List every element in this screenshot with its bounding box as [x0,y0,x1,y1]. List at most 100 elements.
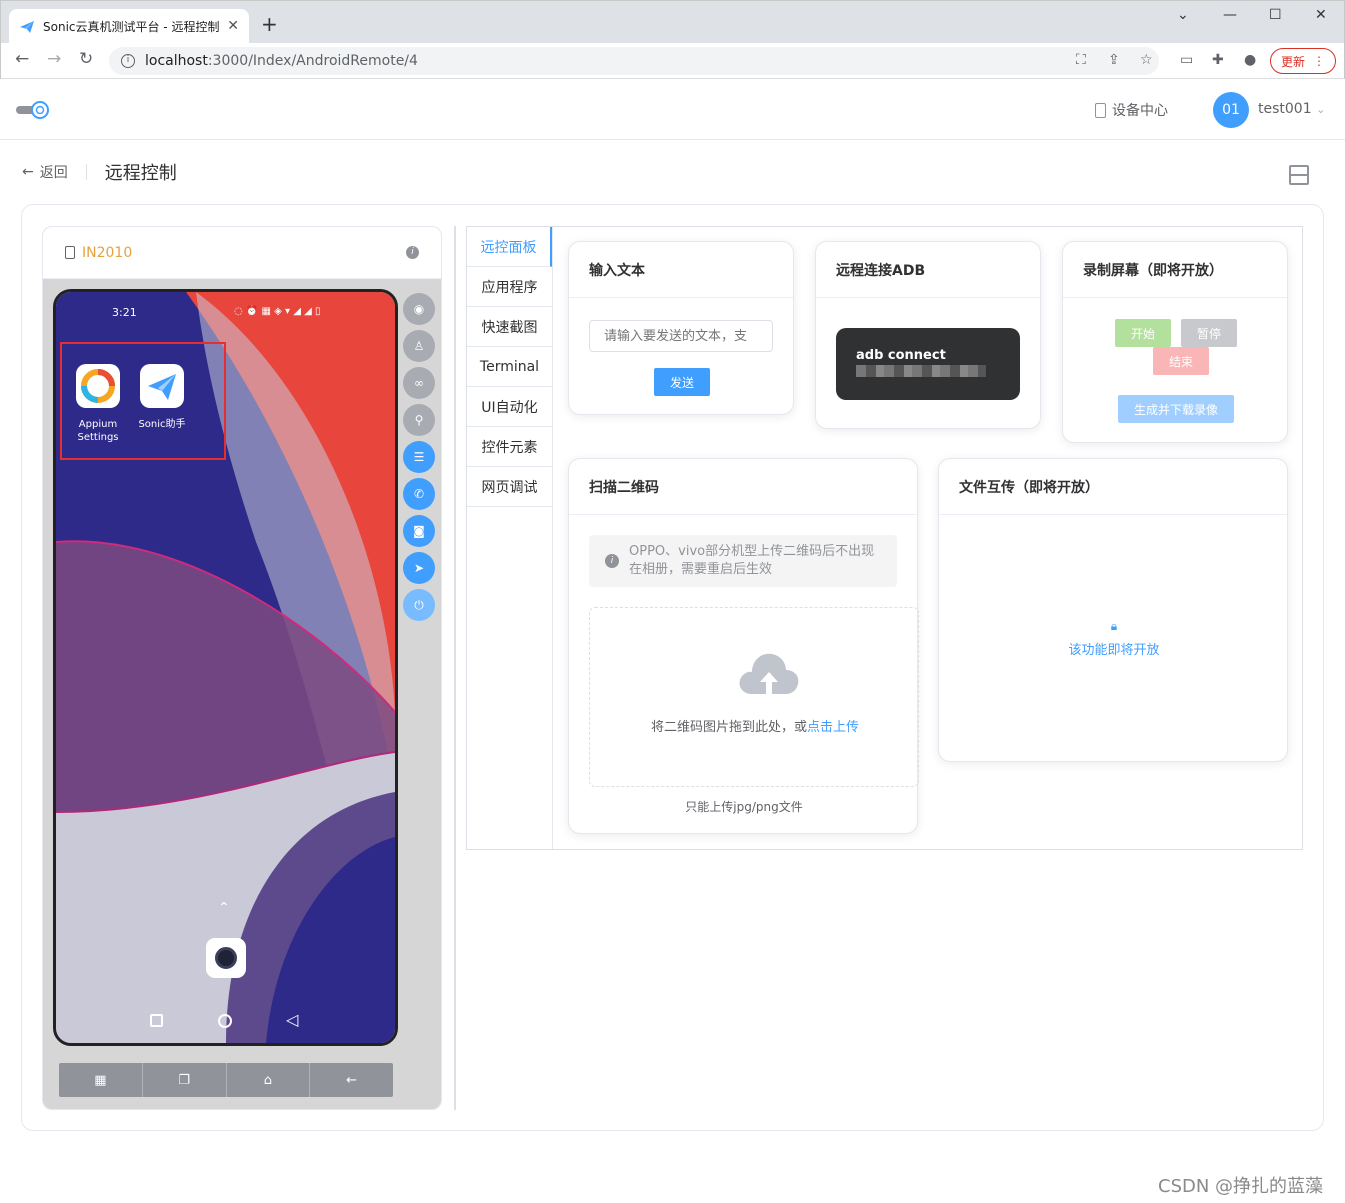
theme-switch-icon[interactable] [16,100,52,120]
browser-tab-strip: Sonic云真机测试平台 - 远程控制 ✕ + ⌄ — ☐ ✕ [0,0,1345,44]
camera-app-icon[interactable] [206,938,246,978]
tab-terminal[interactable]: Terminal [467,347,552,387]
side-tabs: 远控面板 应用程序 快速截图 Terminal UI自动化 控件元素 网页调试 [467,227,553,849]
tab-remote-panel[interactable]: 远控面板 [467,227,552,267]
close-window-button[interactable]: ✕ [1315,7,1327,23]
page-header: ← 返回 远程控制 [22,160,177,184]
device-header: IN2010 i [43,227,441,279]
record-pause-button[interactable]: 暂停 [1181,319,1237,347]
site-info-icon[interactable]: i [121,54,135,68]
adb-command-box[interactable]: adb connect [836,328,1020,400]
home-key-icon[interactable] [218,1014,232,1028]
text-input[interactable] [589,320,773,352]
update-button[interactable]: 更新 ⋮ [1270,48,1336,74]
username-label: test001 [1258,101,1312,117]
update-label: 更新 [1280,54,1305,69]
app-label: Appium Settings [77,419,119,443]
cast-icon[interactable]: ▭ [1180,52,1193,68]
card-title: 录制屏幕（即将开放） [1063,242,1287,298]
appium-app-icon[interactable] [76,364,120,408]
app-label: Sonic助手 [138,419,186,430]
tab-web-debug[interactable]: 网页调试 [467,467,552,507]
chevron-up-icon: ⌃ [218,900,230,916]
tab-apps[interactable]: 应用程序 [467,267,552,307]
reload-icon[interactable]: ↻ [79,49,93,69]
maximize-button[interactable]: ☐ [1269,7,1282,23]
file-transfer-card: 文件互传（即将开放） 🔒︎ 该功能即将开放 [938,458,1288,762]
recent-apps-icon[interactable]: ❐ [143,1063,227,1097]
qrcode-card: 扫描二维码 i OPPO、vivo部分机型上传二维码后不出现在相册，需要重启后生… [568,458,919,834]
new-tab-button[interactable]: + [261,12,278,36]
user-icon[interactable]: ♙ [403,330,435,362]
layout-toggle-icon[interactable] [1289,165,1309,185]
share-icon[interactable]: ⇪ [1108,52,1120,68]
upload-link[interactable]: 点击上传 [807,720,859,735]
notice-alert: i OPPO、vivo部分机型上传二维码后不出现在相册，需要重启后生效 [589,535,897,587]
user-menu[interactable]: test001 ⌄ [1258,101,1325,117]
divider [85,164,87,180]
lock-icon: 🔒︎ [1110,619,1118,633]
send-button[interactable]: 发送 [654,368,710,396]
notice-text: OPPO、vivo部分机型上传二维码后不出现在相册，需要重启后生效 [629,544,875,577]
record-start-button[interactable]: 开始 [1115,319,1171,347]
info-icon: i [605,554,619,568]
chevron-down-icon[interactable]: ⌄ [1177,7,1189,23]
forward-arrow-icon[interactable]: → [47,49,61,69]
home-icon[interactable]: ⌂ [227,1063,311,1097]
upload-tip: 只能上传jpg/png文件 [685,800,803,814]
phone-screen[interactable]: 3:21 ◌ ⏰ ▦ ◈ ▾ ◢ ◢ ▯ Appium Settings Son… [53,289,398,1046]
search-icon[interactable]: ⚲ [403,404,435,436]
upload-cloud-icon [739,653,799,694]
sonic-app-icon[interactable] [140,364,184,408]
close-tab-icon[interactable]: ✕ [227,18,239,34]
tab-screenshot[interactable]: 快速截图 [467,307,552,347]
device-center-link[interactable]: 设备中心 [1095,100,1168,120]
camera-icon[interactable]: ◙ [403,515,435,547]
tab-ui-automation[interactable]: UI自动化 [467,387,552,427]
navigation-keys: ▦ ❐ ⌂ ← [59,1063,393,1097]
browser-toolbar: ← → ↻ i localhost:3000/Index/AndroidRemo… [0,43,1345,79]
control-panel: 远控面板 应用程序 快速截图 Terminal UI自动化 控件元素 网页调试 … [466,226,1303,850]
profile-icon[interactable]: ● [1244,52,1256,68]
back-button[interactable]: ← 返回 [22,162,68,182]
download-recording-button[interactable]: 生成并下载录像 [1118,395,1234,423]
translate-icon[interactable]: ⛶ [1076,52,1086,68]
panel-splitter[interactable] [454,226,456,1110]
card-title: 扫描二维码 [569,459,917,515]
sonic-logo-icon [20,20,34,33]
star-icon[interactable]: ☆ [1140,52,1153,68]
redacted-address [856,365,986,377]
link-icon[interactable]: ∞ [403,367,435,399]
device-screen-area: 3:21 ◌ ⏰ ▦ ◈ ▾ ◢ ◢ ▯ Appium Settings Son… [43,279,441,1109]
card-title: 远程连接ADB [816,242,1040,298]
device-panel: IN2010 i 3:21 ◌ ⏰ ▦ ◈ ▾ ◢ ◢ ▯ Appium Set… [42,226,442,1110]
menu-grid-icon[interactable]: ▦ [59,1063,143,1097]
info-icon[interactable]: i [406,246,419,259]
left-arrow-icon: ← [22,164,34,180]
phone-call-icon[interactable]: ✆ [403,478,435,510]
coming-soon-text: 该功能即将开放 [1068,643,1160,658]
minimize-button[interactable]: — [1223,7,1237,23]
avatar[interactable]: 01 [1213,92,1249,128]
status-icons: ◌ ⏰ ▦ ◈ ▾ ◢ ◢ ▯ [234,306,321,317]
address-bar[interactable]: i localhost:3000/Index/AndroidRemote/4 [109,47,1159,75]
recents-key-icon[interactable] [150,1014,163,1027]
phone-icon [1095,102,1106,118]
upload-dropzone[interactable]: 将二维码图片拖到此处，或点击上传 [589,607,919,787]
phone-icon [65,246,75,259]
url-host: localhost [145,53,208,69]
location-icon[interactable]: ➤ [403,552,435,584]
back-arrow-icon[interactable]: ← [15,49,29,69]
input-text-card: 输入文本 发送 [568,241,794,415]
settings-icon[interactable]: ☰ [403,441,435,473]
back-key-icon[interactable]: ◁ [286,1010,298,1029]
eye-icon[interactable]: ◉ [403,293,435,325]
extensions-icon[interactable]: ✚ [1212,52,1224,68]
chevron-down-icon: ⌄ [1316,103,1326,116]
adb-command: adb connect [856,348,946,363]
back-icon[interactable]: ← [310,1063,393,1097]
tab-elements[interactable]: 控件元素 [467,427,552,467]
power-icon[interactable]: ⏻ [403,589,435,621]
browser-tab[interactable]: Sonic云真机测试平台 - 远程控制 ✕ [9,9,249,44]
record-stop-button[interactable]: 结束 [1153,347,1209,375]
